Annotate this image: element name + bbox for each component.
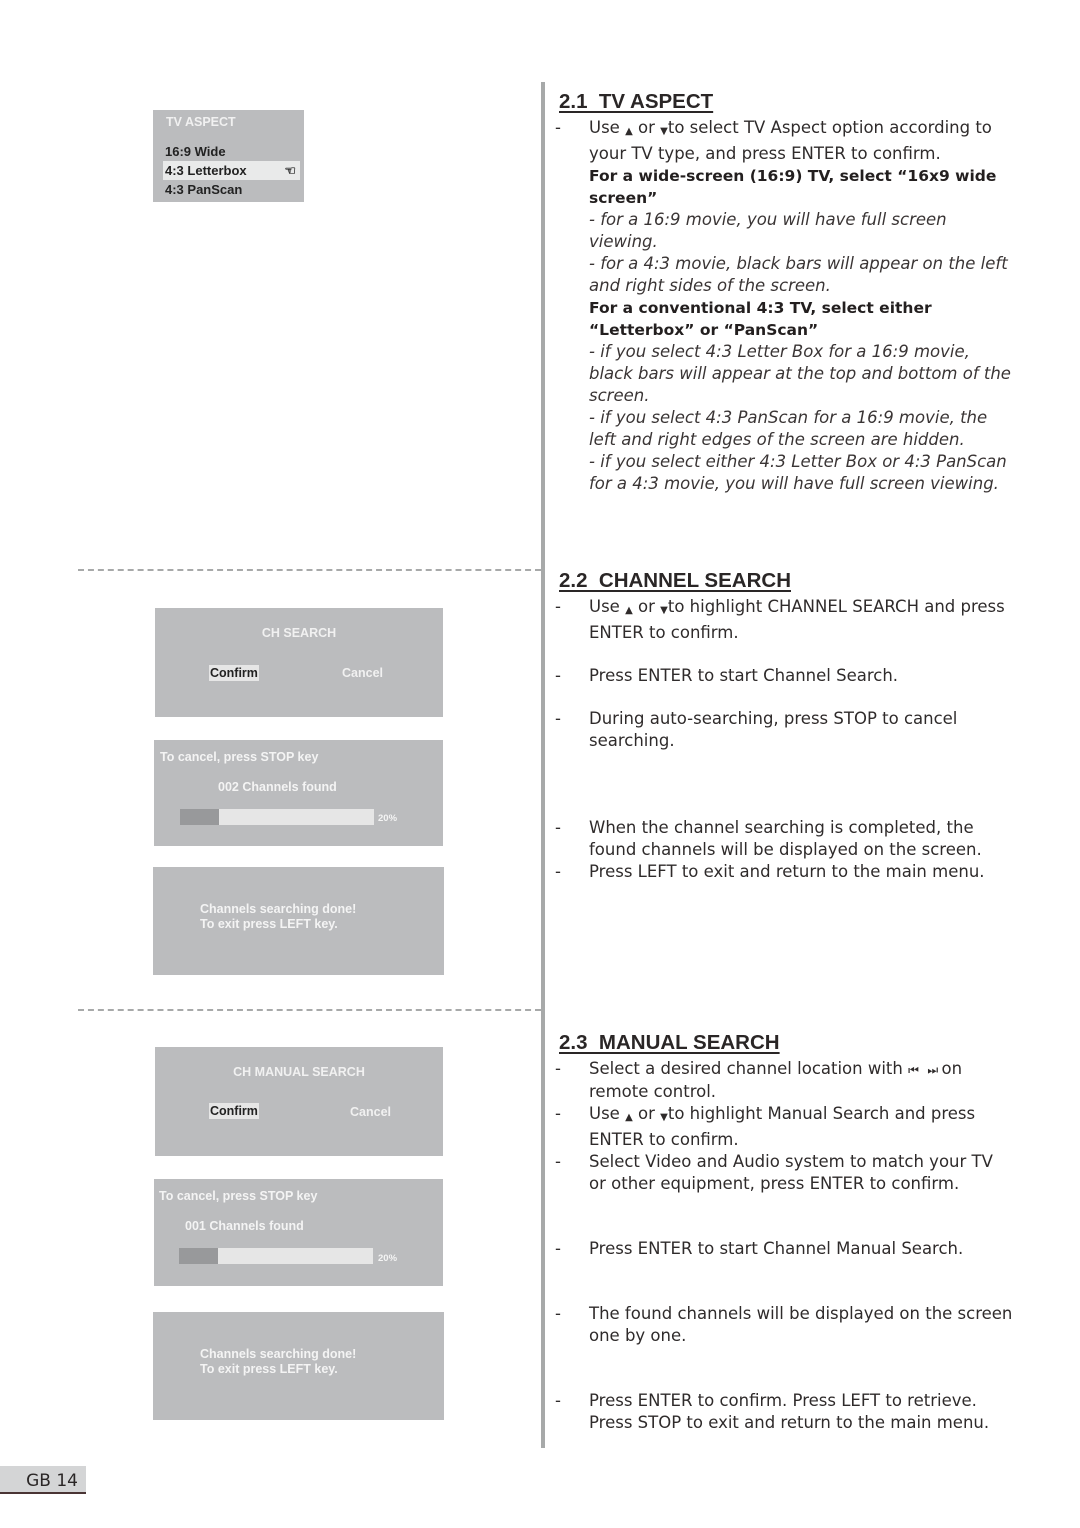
conventional-tv-detail: - if you select 4:3 PanScan for a 16:9 m… — [589, 408, 988, 449]
manual-search-progress-panel: To cancel, press STOP key 001 Channels f… — [154, 1179, 443, 1286]
skip-forward-icon: ⏭ — [927, 1063, 938, 1077]
list-item: - Press ENTER to start Channel Search. — [555, 665, 1015, 687]
confirm-button[interactable]: Confirm — [209, 665, 259, 681]
text: The found channels will be displayed on … — [589, 1304, 1013, 1345]
list-item: - During auto-searching, press STOP to c… — [555, 708, 1015, 752]
channels-found: 002 Channels found — [218, 780, 337, 794]
wide-screen-detail: - for a 16:9 movie, you will have full s… — [589, 210, 947, 251]
option-label: 4:3 PanScan — [165, 182, 243, 197]
text: Use — [589, 1104, 626, 1123]
section-heading-tv-aspect: 2.1 TV ASPECT — [559, 90, 714, 113]
up-arrow-icon: ▲ — [625, 1112, 633, 1123]
cancel-button[interactable]: Cancel — [350, 1104, 391, 1120]
text: Press LEFT to exit and return to the mai… — [589, 862, 985, 881]
progress-fill — [179, 1248, 218, 1264]
conventional-tv-detail: - if you select either 4:3 Letter Box or… — [589, 452, 1007, 493]
bullet-dash: - — [555, 709, 561, 728]
channel-search-instructions: - Use ▲ or ▼to highlight CHANNEL SEARCH … — [555, 596, 1015, 883]
section-separator — [78, 569, 541, 571]
list-item: - Select a desired channel location with… — [555, 1058, 1015, 1103]
list-item: - Press ENTER to confirm. Press LEFT to … — [555, 1390, 1015, 1434]
down-arrow-icon: ▼ — [660, 126, 668, 137]
menu-option-4-3-panscan[interactable]: 4:3 PanScan — [153, 180, 304, 199]
progress-fill — [180, 809, 219, 825]
done-message: Channels searching done! — [200, 902, 357, 916]
menu-option-4-3-letterbox[interactable]: 4:3 Letterbox ☜ — [163, 161, 300, 180]
text: or — [632, 118, 661, 137]
down-arrow-icon: ▼ — [660, 1112, 668, 1123]
bullet-dash: - — [555, 118, 561, 137]
cancel-button[interactable]: Cancel — [342, 665, 383, 681]
list-item: - Press LEFT to exit and return to the m… — [555, 861, 1015, 883]
section-heading-manual-search: 2.3 MANUAL SEARCH — [559, 1031, 780, 1054]
confirm-button[interactable]: Confirm — [209, 1103, 259, 1119]
exit-hint: To exit press LEFT key. — [200, 1362, 338, 1376]
text: Use — [589, 118, 626, 137]
section-heading-channel-search: 2.2 CHANNEL SEARCH — [559, 569, 791, 592]
page-number: GB 14 — [0, 1466, 86, 1494]
dialog-title: CH SEARCH — [261, 626, 337, 640]
list-item: - Use ▲ or ▼to highlight CHANNEL SEARCH … — [555, 596, 1015, 644]
bullet-dash: - — [555, 1104, 561, 1123]
text: When the channel searching is completed,… — [589, 818, 982, 859]
conventional-tv-note: For a conventional 4:3 TV, select either… — [589, 299, 932, 339]
channels-found: 001 Channels found — [185, 1219, 304, 1233]
text: During auto-searching, press STOP to can… — [589, 709, 958, 750]
manual-search-done-panel: Channels searching done! To exit press L… — [153, 1312, 444, 1420]
manual-search-dialog: CH MANUAL SEARCH Confirm Cancel — [155, 1047, 443, 1156]
text: Select a desired channel location with — [589, 1059, 909, 1078]
bullet-dash: - — [555, 1304, 561, 1323]
cancel-hint: To cancel, press STOP key — [159, 1189, 318, 1203]
text: Press ENTER to confirm. Press LEFT to re… — [589, 1391, 990, 1432]
list-item: - When the channel searching is complete… — [555, 817, 1015, 861]
search-progress-bar — [179, 1248, 373, 1264]
bullet-dash: - — [555, 1239, 561, 1258]
tv-aspect-osd-menu: TV ASPECT 16:9 Wide 4:3 Letterbox ☜ 4:3 P… — [153, 110, 304, 202]
option-label: 16:9 Wide — [165, 144, 226, 159]
list-item: - Select Video and Audio system to match… — [555, 1151, 1015, 1195]
ch-search-done-panel: Channels searching done! To exit press L… — [153, 867, 444, 975]
conventional-tv-detail: - if you select 4:3 Letter Box for a 16:… — [589, 342, 1011, 405]
text: Press ENTER to start Channel Manual Sear… — [589, 1239, 964, 1258]
bullet-dash: - — [555, 862, 561, 881]
dialog-title: CH MANUAL SEARCH — [233, 1065, 365, 1079]
bullet-dash: - — [555, 666, 561, 685]
down-arrow-icon: ▼ — [660, 605, 668, 616]
menu-option-16-9-wide[interactable]: 16:9 Wide — [153, 142, 304, 161]
text: Select Video and Audio system to match y… — [589, 1152, 993, 1193]
bullet-dash: - — [555, 1152, 561, 1171]
bullet-dash: - — [555, 597, 561, 616]
osd-title: TV ASPECT — [166, 115, 236, 129]
list-item: - Press ENTER to start Channel Manual Se… — [555, 1238, 1015, 1260]
done-message: Channels searching done! — [200, 1347, 357, 1361]
exit-hint: To exit press LEFT key. — [200, 917, 338, 931]
text: or — [632, 597, 661, 616]
search-progress-bar — [180, 809, 374, 825]
bullet-dash: - — [555, 818, 561, 837]
cancel-hint: To cancel, press STOP key — [160, 750, 319, 764]
progress-percent: 20% — [378, 813, 398, 824]
text: Use — [589, 597, 626, 616]
up-arrow-icon: ▲ — [625, 126, 633, 137]
up-arrow-icon: ▲ — [625, 605, 633, 616]
column-divider — [541, 82, 545, 1448]
text: or — [632, 1104, 661, 1123]
section-separator — [78, 1009, 541, 1011]
list-item: - The found channels will be displayed o… — [555, 1303, 1015, 1347]
tv-aspect-instructions: - Use ▲ or ▼to select TV Aspect option a… — [555, 117, 1015, 495]
list-item: - Use ▲ or ▼to select TV Aspect option a… — [555, 117, 1015, 495]
skip-back-icon: ⏮ — [908, 1063, 919, 1077]
progress-percent: 20% — [378, 1253, 398, 1264]
manual-search-instructions: - Select a desired channel location with… — [555, 1058, 1015, 1434]
bullet-dash: - — [555, 1391, 561, 1410]
wide-screen-note: For a wide-screen (16:9) TV, select “16x… — [589, 167, 997, 207]
wide-screen-detail: - for a 4:3 movie, black bars will appea… — [589, 254, 1008, 295]
bullet-dash: - — [555, 1059, 561, 1078]
ch-search-dialog: CH SEARCH Confirm Cancel — [155, 608, 443, 717]
text: Press ENTER to start Channel Search. — [589, 666, 899, 685]
list-item: - Use ▲ or ▼to highlight Manual Search a… — [555, 1103, 1015, 1151]
option-label: 4:3 Letterbox — [165, 163, 247, 178]
hand-pointer-icon: ☜ — [284, 163, 296, 178]
ch-search-progress-panel: To cancel, press STOP key 002 Channels f… — [154, 740, 443, 846]
